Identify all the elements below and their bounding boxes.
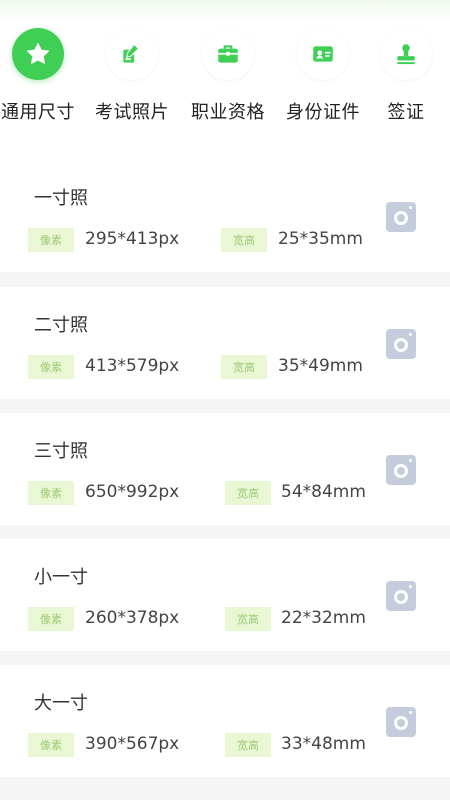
dimension-value: 35*49mm <box>278 356 363 376</box>
category-visa[interactable]: 签证 <box>359 28 450 124</box>
pixel-value: 413*579px <box>85 356 180 376</box>
category-label: 通用尺寸 <box>1 102 75 123</box>
dimension-value: 22*32mm <box>281 608 366 628</box>
pixel-value: 650*992px <box>85 482 180 502</box>
category-bar: 通用尺寸 考试照片 职业资格 身份证件 签证 <box>0 0 450 160</box>
dimension-value: 54*84mm <box>281 482 366 502</box>
stamp-icon-circle <box>380 28 432 80</box>
size-card-two-inch[interactable]: 二寸照 像素 413*579px 宽高 35*49mm <box>0 287 450 399</box>
category-exam-photo[interactable]: 考试照片 <box>85 28 179 124</box>
pixel-tag: 像素 <box>28 607 74 631</box>
star-icon-circle <box>12 28 64 80</box>
category-professional-qualification[interactable]: 职业资格 <box>181 28 275 124</box>
category-id-document[interactable]: 身份证件 <box>276 28 370 124</box>
stamp-icon <box>397 44 415 65</box>
category-label: 身份证件 <box>286 102 360 123</box>
size-name: 三寸照 <box>34 441 88 462</box>
pen-icon <box>123 43 140 63</box>
dimension-value: 25*35mm <box>278 229 363 249</box>
pixel-tag: 像素 <box>28 228 74 252</box>
size-card-one-inch[interactable]: 一寸照 像素 295*413px 宽高 25*35mm <box>0 160 450 272</box>
dimension-tag: 宽高 <box>221 228 267 252</box>
star-icon <box>27 43 49 64</box>
camera-icon[interactable] <box>386 329 416 359</box>
size-card-three-inch[interactable]: 三寸照 像素 650*992px 宽高 54*84mm <box>0 413 450 525</box>
size-card-small-one-inch[interactable]: 小一寸 像素 260*378px 宽高 22*32mm <box>0 539 450 651</box>
camera-icon[interactable] <box>386 581 416 611</box>
size-name: 大一寸 <box>34 693 88 714</box>
size-name: 二寸照 <box>34 315 88 336</box>
pixel-value: 260*378px <box>85 608 180 628</box>
category-label: 签证 <box>387 102 425 123</box>
briefcase-icon-circle <box>202 28 254 80</box>
dimension-value: 33*48mm <box>281 734 366 754</box>
camera-icon[interactable] <box>386 455 416 485</box>
pixel-tag: 像素 <box>28 481 74 505</box>
pixel-value: 295*413px <box>85 229 180 249</box>
camera-icon[interactable] <box>386 202 416 232</box>
dimension-tag: 宽高 <box>225 481 271 505</box>
category-label: 职业资格 <box>191 102 265 123</box>
category-label: 考试照片 <box>95 102 169 123</box>
size-card-large-one-inch[interactable]: 大一寸 像素 390*567px 宽高 33*48mm <box>0 665 450 777</box>
category-general-size[interactable]: 通用尺寸 <box>0 28 85 124</box>
dimension-tag: 宽高 <box>225 733 271 757</box>
dimension-tag: 宽高 <box>221 355 267 379</box>
pixel-tag: 像素 <box>28 355 74 379</box>
size-name: 一寸照 <box>34 188 88 209</box>
dimension-tag: 宽高 <box>225 607 271 631</box>
camera-icon[interactable] <box>386 707 416 737</box>
id-card-icon-circle <box>297 28 349 80</box>
size-name: 小一寸 <box>34 567 88 588</box>
id-card-icon <box>313 46 333 62</box>
pen-icon-circle <box>106 28 158 80</box>
pixel-tag: 像素 <box>28 733 74 757</box>
briefcase-icon <box>218 45 238 63</box>
pixel-value: 390*567px <box>85 734 180 754</box>
